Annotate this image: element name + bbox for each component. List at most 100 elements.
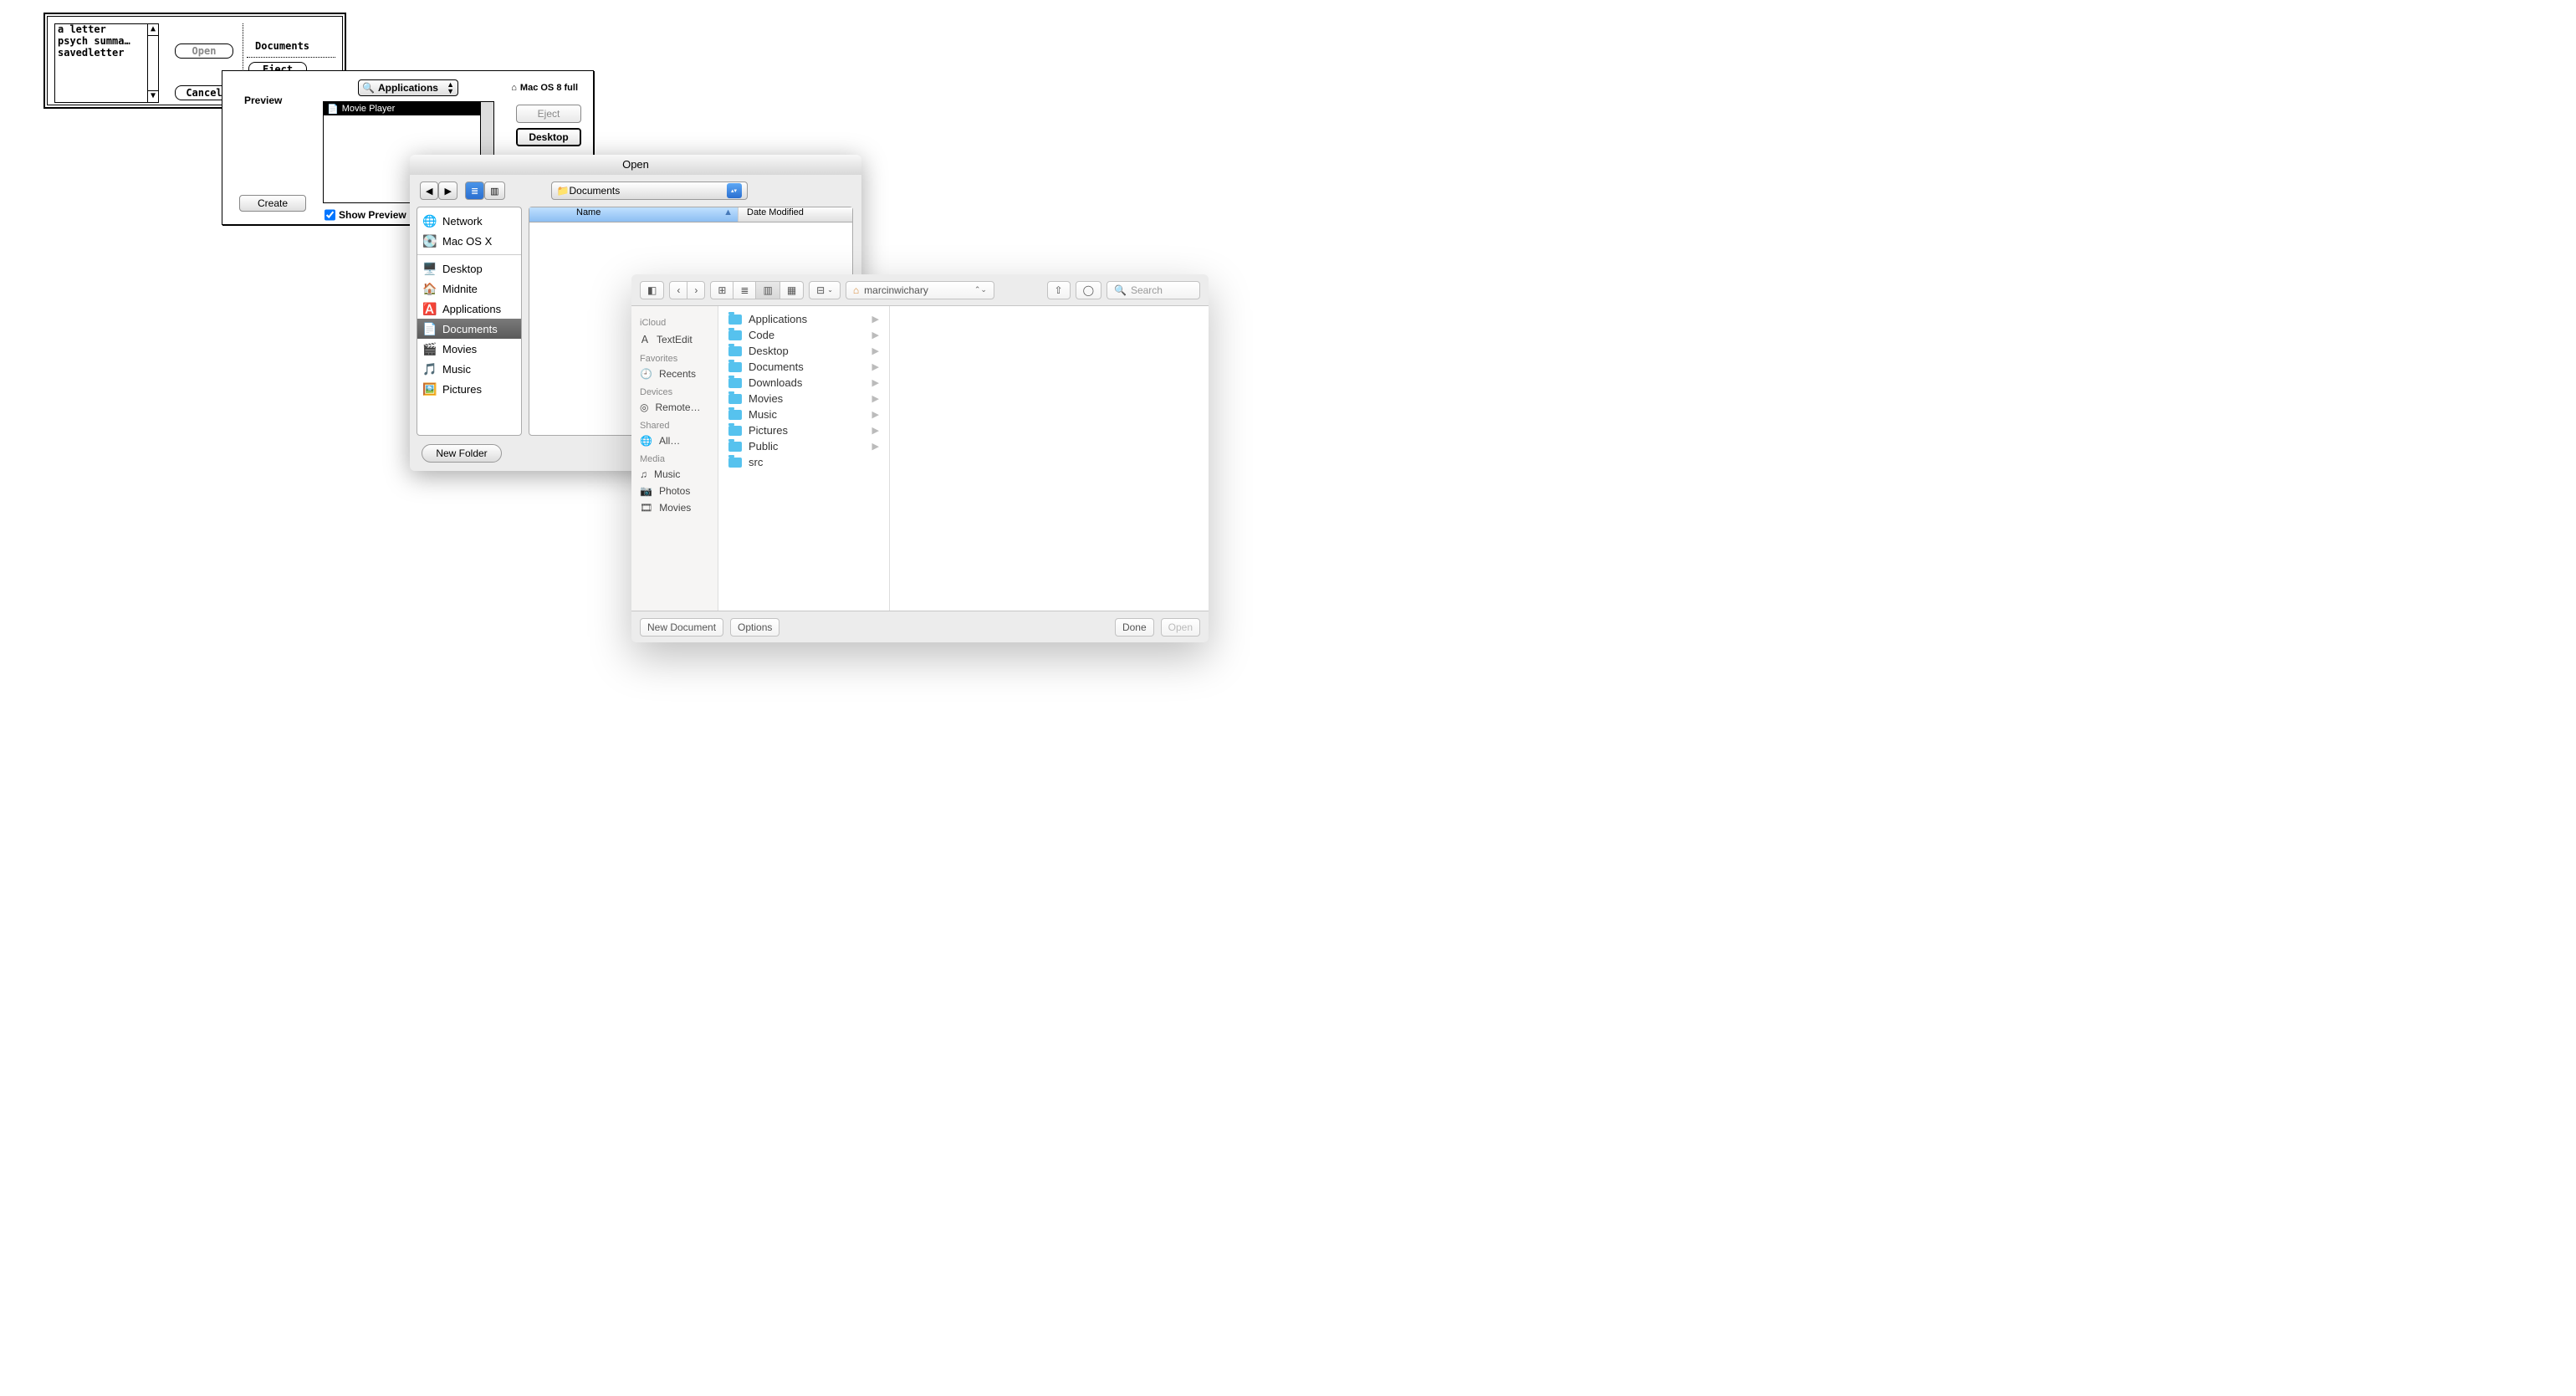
view-column-button[interactable]: ▥ [756,281,779,299]
popup-arrows-icon: ⌃⌄ [974,285,987,294]
file-label: Desktop [749,345,789,357]
sidebar-item-textedit[interactable]: ＡTextEdit [631,330,718,349]
checkbox-input[interactable] [325,209,335,221]
forward-button[interactable]: ▶ [438,182,457,200]
chevron-down-icon: ⌄ [827,286,833,294]
footer: New Document Options Done Open [631,611,1209,642]
folder-popup[interactable]: 📁 Documents ▴▾ [551,182,748,200]
open-button[interactable]: Open [1161,618,1200,637]
sidebar-item-all[interactable]: 🌐All… [631,432,718,449]
share-button[interactable]: ⇧ [1047,281,1071,299]
column-preview [890,306,1209,611]
sidebar-label: Desktop [442,263,483,275]
back-button[interactable]: ◀ [420,182,438,200]
list-item[interactable]: Pictures▶ [718,422,889,438]
sidebar-item-applications[interactable]: 🅰️Applications [417,299,521,319]
nav-segment: ‹ › [669,281,705,299]
sidebar-item-pictures[interactable]: 🖼️Pictures [417,379,521,399]
show-preview-checkbox[interactable]: Show Preview [325,209,406,221]
apps-icon: 🅰️ [422,301,437,316]
sidebar-label: Pictures [442,383,482,396]
open-button[interactable]: Open [175,43,233,59]
column-date[interactable]: Date Modified [739,207,852,222]
list-item[interactable]: Downloads▶ [718,375,889,391]
folder-icon [728,362,742,372]
options-button[interactable]: Options [730,618,779,637]
chevron-right-icon: ▶ [872,345,879,356]
column-name[interactable]: Name ▲ [529,207,739,222]
checkbox-label: Show Preview [339,209,406,221]
forward-button[interactable]: › [687,281,705,299]
column-file-list[interactable]: Applications▶ Code▶ Desktop▶ Documents▶ … [718,306,890,611]
sidebar-heading-shared: Shared [631,416,718,432]
sidebar-heading-devices: Devices [631,382,718,399]
sidebar: iCloud ＡTextEdit Favorites 🕘Recents Devi… [631,306,718,611]
group-menu-button[interactable]: ⊟ ⌄ [809,281,841,299]
view-list-button[interactable]: ≣ [733,281,756,299]
movies-icon: 🎬 [422,341,437,356]
view-icon-button[interactable]: ⊞ [710,281,733,299]
new-folder-button[interactable]: New Folder [422,444,502,463]
finder-icon: 🔍 [362,82,375,94]
eject-button[interactable]: Eject [516,105,581,123]
disc-icon: ◎ [640,401,648,413]
view-list-button[interactable]: ≣ [465,182,484,200]
sidebar-item-photos[interactable]: 📷Photos [631,483,718,499]
folder-popup[interactable]: 🔍 Applications ▲▼ [358,79,458,96]
preview-heading: Preview [244,95,282,106]
sidebar-toggle-button[interactable]: ◧ [640,281,664,299]
toolbar: ◧ ‹ › ⊞ ≣ ▥ ▦ ⊟ ⌄ ⌂ marcinwichary ⌃⌄ ⇧ ◯… [631,274,1209,306]
chevron-right-icon: ▶ [872,314,879,325]
scrollbar[interactable]: ▲ ▼ [147,23,159,103]
file-label: Music [749,408,777,421]
list-item[interactable]: psych summa… [58,36,145,48]
sidebar-item-desktop[interactable]: 🖥️Desktop [417,258,521,279]
sidebar-item-music[interactable]: ♫Music [631,466,718,483]
list-item[interactable]: Movies▶ [718,391,889,407]
popup-arrows-icon: ▴▾ [727,183,742,198]
modern-open-dialog: ◧ ‹ › ⊞ ≣ ▥ ▦ ⊟ ⌄ ⌂ marcinwichary ⌃⌄ ⇧ ◯… [631,274,1209,642]
file-label: Applications [749,313,807,325]
sidebar-item-remote[interactable]: ◎ Remote… [631,399,718,416]
sidebar-label: Music [442,363,471,376]
new-document-button[interactable]: New Document [640,618,723,637]
list-item[interactable]: Applications ▶ [718,311,889,327]
done-button[interactable]: Done [1115,618,1154,637]
list-item[interactable]: Desktop ▶ [718,343,889,359]
list-item[interactable]: src [718,454,889,470]
sidebar-item-movies[interactable]: 🎞Movies [631,499,718,516]
chevron-right-icon: ▶ [872,409,879,420]
view-column-button[interactable]: ▥ [484,182,504,200]
file-label: Documents [749,361,804,373]
list-item[interactable]: Public▶ [718,438,889,454]
popup-label: marcinwichary [864,284,928,296]
desktop-button[interactable]: Desktop [516,128,581,146]
window-title: Open [410,155,861,175]
list-item[interactable]: Music ▶ [718,407,889,422]
file-list[interactable]: a letter psych summa… savedletter [54,23,148,103]
tags-button[interactable]: ◯ [1076,281,1101,299]
back-button[interactable]: ‹ [669,281,687,299]
scroll-up-icon[interactable]: ▲ [148,24,158,36]
sidebar: 🌐Network 💽Mac OS X 🖥️Desktop 🏠Midnite 🅰️… [417,207,522,436]
sidebar-item-home[interactable]: 🏠Midnite [417,279,521,299]
sidebar-label: Remote… [655,401,700,413]
view-segment: ⊞ ≣ ▥ ▦ [710,281,804,299]
list-item[interactable]: a letter [58,24,145,36]
list-item[interactable]: Code▶ [718,327,889,343]
sidebar-item-music[interactable]: 🎵Music [417,359,521,379]
sidebar-item-documents[interactable]: 📄Documents [417,319,521,339]
view-gallery-button[interactable]: ▦ [780,281,804,299]
folder-icon [728,410,742,420]
sidebar-item-volume[interactable]: 💽Mac OS X [417,231,521,251]
list-item[interactable]: Documents▶ [718,359,889,375]
sidebar-item-recents[interactable]: 🕘Recents [631,366,718,382]
search-field[interactable]: 🔍 Search [1107,281,1200,299]
folder-popup[interactable]: ⌂ marcinwichary ⌃⌄ [846,281,994,299]
list-item[interactable]: 📄 Movie Player [324,102,493,115]
sidebar-item-network[interactable]: 🌐Network [417,211,521,231]
create-button[interactable]: Create [239,195,306,212]
scroll-down-icon[interactable]: ▼ [148,90,158,102]
sidebar-item-movies[interactable]: 🎬Movies [417,339,521,359]
list-item[interactable]: savedletter [58,48,145,59]
